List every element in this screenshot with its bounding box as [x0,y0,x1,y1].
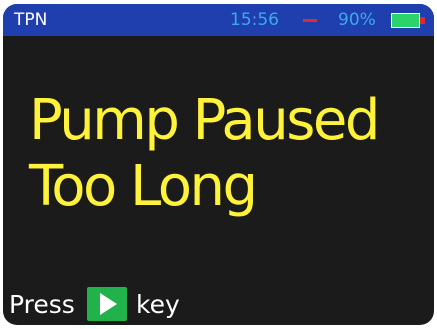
prompt-key-text: key [136,290,180,319]
battery-tip [420,17,425,24]
play-icon[interactable] [87,287,127,321]
status-bar: TPN 15:56 90% [3,4,434,36]
battery-icon [391,13,427,28]
pump-display: TPN 15:56 90% Pump Paused Too Long Press… [0,0,437,329]
alert-dash-icon [303,19,317,22]
alarm-message-line-2: Too Long [29,154,258,219]
alarm-message: Pump Paused Too Long [29,88,380,220]
clock: 15:56 [230,10,279,30]
therapy-label: TPN [14,10,48,30]
alarm-message-line-1: Pump Paused [29,88,380,153]
screen: TPN 15:56 90% Pump Paused Too Long Press… [3,4,434,325]
battery-fill [392,14,419,27]
prompt-press-text: Press [9,290,75,319]
play-triangle-icon [100,293,117,315]
battery-percent: 90% [338,10,376,30]
